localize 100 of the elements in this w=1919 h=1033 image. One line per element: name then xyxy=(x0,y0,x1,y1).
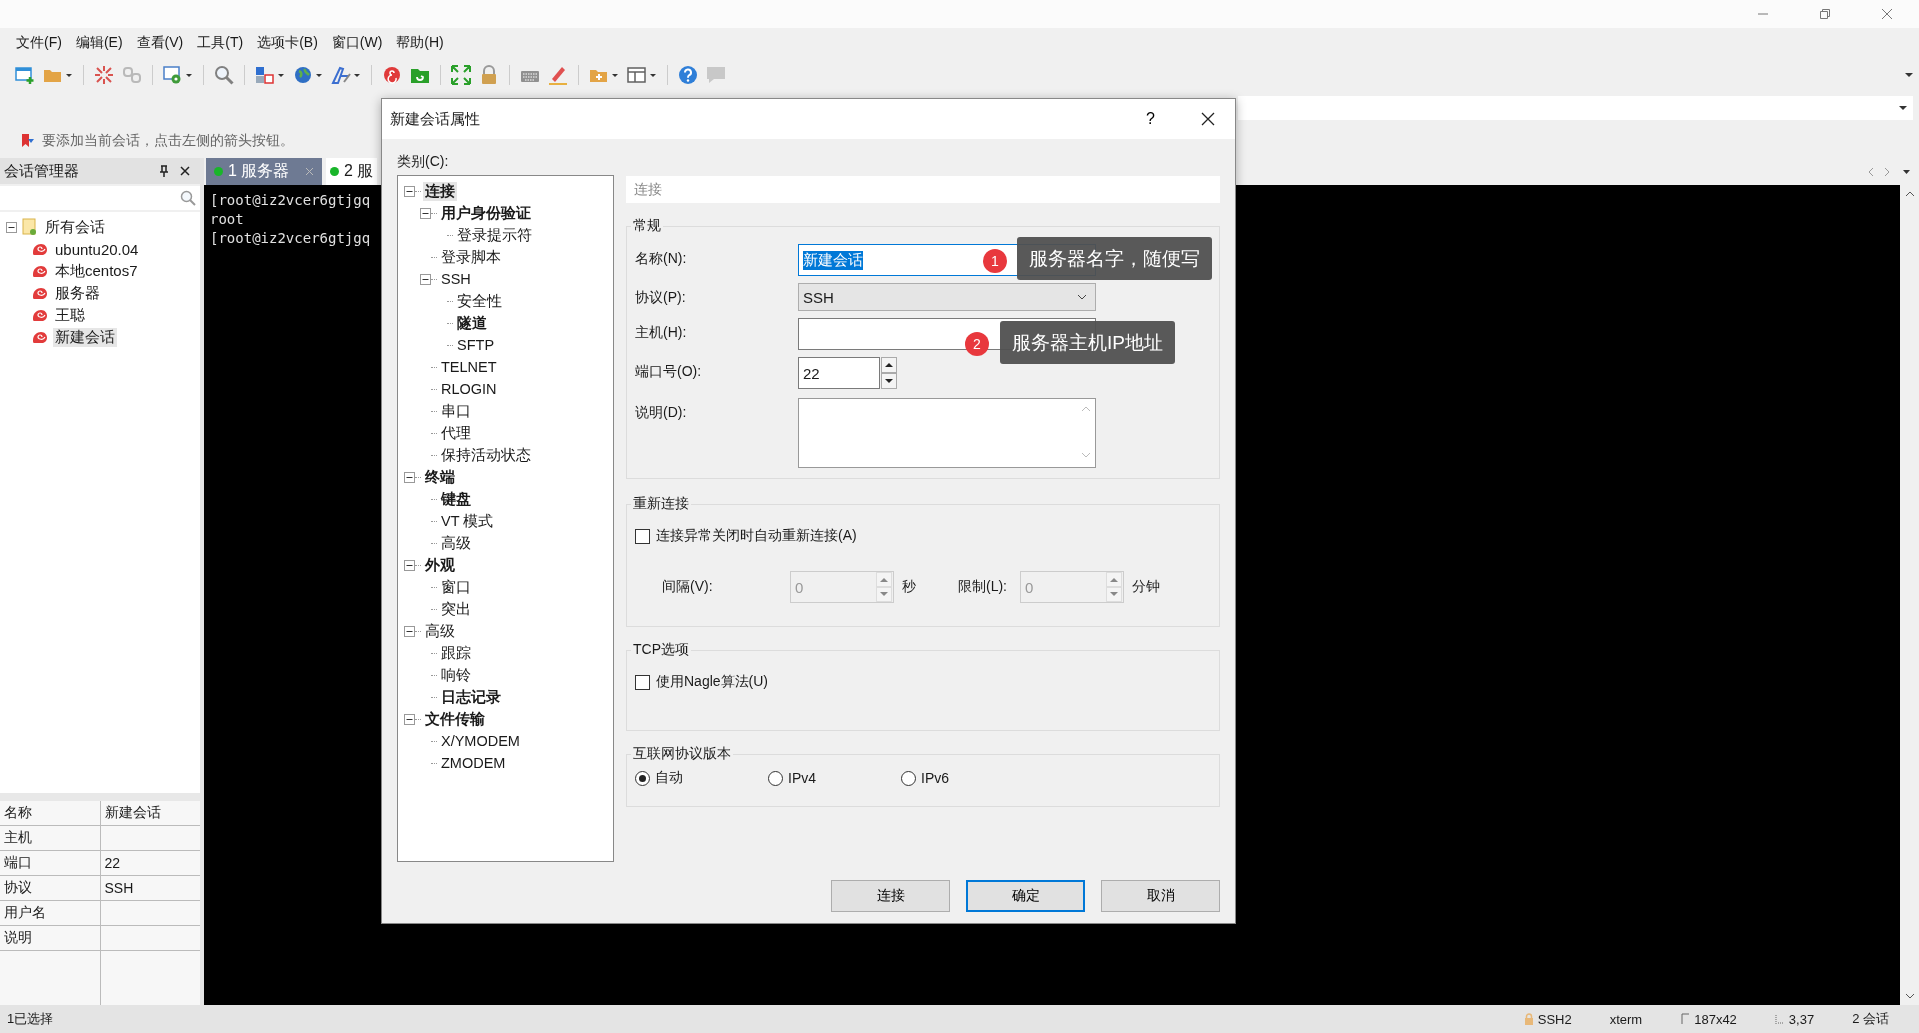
new-session-icon[interactable] xyxy=(14,64,36,86)
session-item[interactable]: ubuntu20.04 xyxy=(53,240,141,258)
radio-button[interactable] xyxy=(635,770,650,786)
caret-icon[interactable] xyxy=(1905,72,1913,78)
search-field[interactable] xyxy=(0,186,200,210)
radio-label[interactable]: IPv6 xyxy=(921,770,949,786)
scroll-down-icon[interactable] xyxy=(1904,993,1915,999)
category-item[interactable]: X/YMODEM xyxy=(439,733,522,749)
category-item[interactable]: 外观 xyxy=(423,555,457,575)
spinner-icon[interactable] xyxy=(881,357,897,389)
menu-item[interactable]: 选项卡(B) xyxy=(257,34,318,52)
category-item[interactable]: 键盘 xyxy=(439,489,473,509)
category-item[interactable]: 跟踪 xyxy=(439,643,473,663)
session-tab[interactable]: 1 服务器 xyxy=(206,158,322,185)
category-item[interactable]: 高级 xyxy=(439,533,473,553)
tab-scroll-icon[interactable] xyxy=(1867,166,1911,177)
menu-item[interactable]: 工具(T) xyxy=(197,34,244,52)
layout-icon[interactable] xyxy=(626,64,658,86)
disconnect-icon[interactable] xyxy=(93,64,115,86)
category-item[interactable]: 日志记录 xyxy=(439,687,503,707)
highlighter-icon[interactable] xyxy=(547,64,569,86)
spiral-icon[interactable] xyxy=(381,64,403,86)
dialog-button[interactable]: 取消 xyxy=(1101,880,1220,912)
session-item[interactable]: 所有会话 xyxy=(43,217,107,237)
category-item[interactable]: 隧道 xyxy=(455,313,489,333)
protocol-dropdown[interactable]: SSH xyxy=(798,283,1096,311)
category-item[interactable]: SFTP xyxy=(455,337,497,353)
collapse-icon[interactable] xyxy=(6,221,17,233)
session-item[interactable]: 王聪 xyxy=(53,305,87,325)
field-label: 限制(L): xyxy=(958,578,1008,596)
status-dot-icon xyxy=(214,167,223,176)
session-item[interactable]: 本地centos7 xyxy=(53,261,140,281)
category-item[interactable]: 文件传输 xyxy=(423,709,487,729)
checkbox-label[interactable]: 连接异常关闭时自动重新连接(A) xyxy=(656,527,857,545)
checkbox[interactable] xyxy=(635,674,650,690)
collapse-icon[interactable] xyxy=(404,185,415,197)
category-item[interactable]: 登录脚本 xyxy=(439,247,503,267)
help-icon[interactable] xyxy=(677,64,699,86)
category-item[interactable]: ZMODEM xyxy=(439,755,508,771)
category-item[interactable]: 突出 xyxy=(439,599,473,619)
category-item[interactable]: 用户身份验证 xyxy=(439,203,533,223)
category-item[interactable]: 安全性 xyxy=(455,291,504,311)
window-gear-icon[interactable] xyxy=(162,64,194,86)
collapse-icon[interactable] xyxy=(404,559,415,571)
category-item[interactable]: 代理 xyxy=(439,423,473,443)
checkbox-label[interactable]: 使用Nagle算法(U) xyxy=(656,673,768,691)
session-item[interactable]: 服务器 xyxy=(53,283,102,303)
category-item[interactable]: TELNET xyxy=(439,359,499,375)
radio-button[interactable] xyxy=(768,770,783,786)
category-item[interactable]: 响铃 xyxy=(439,665,473,685)
chevron-down-icon[interactable] xyxy=(1077,294,1087,300)
status-text: xterm xyxy=(1609,1011,1643,1027)
category-item[interactable]: 窗口 xyxy=(439,577,473,597)
category-item[interactable]: 串口 xyxy=(439,401,473,421)
pin-icon[interactable] xyxy=(158,165,170,177)
caret-icon[interactable] xyxy=(1899,105,1907,111)
search-icon[interactable] xyxy=(180,190,196,206)
category-item[interactable]: 登录提示符 xyxy=(455,225,534,245)
scrollbar[interactable] xyxy=(1900,185,1919,1005)
menu-item[interactable]: 窗口(W) xyxy=(331,34,383,52)
spiral-icon xyxy=(32,308,48,322)
radio-label[interactable]: 自动 xyxy=(655,769,683,787)
globe-icon[interactable] xyxy=(292,64,324,86)
pen-icon[interactable] xyxy=(330,64,362,86)
session-tab[interactable]: 2 服 xyxy=(326,158,378,185)
collapse-icon[interactable] xyxy=(420,207,431,219)
close-icon[interactable] xyxy=(180,166,190,176)
collapse-icon[interactable] xyxy=(404,713,415,725)
dialog-button[interactable]: 连接 xyxy=(831,880,950,912)
collapse-icon[interactable] xyxy=(404,625,415,637)
radio-button[interactable] xyxy=(901,770,916,786)
bookmark-arrow-icon[interactable] xyxy=(20,133,36,149)
category-item[interactable]: 高级 xyxy=(423,621,457,641)
category-item[interactable]: 保持活动状态 xyxy=(439,445,533,465)
fullscreen-icon[interactable] xyxy=(450,64,472,86)
radio-label[interactable]: IPv4 xyxy=(788,770,816,786)
menu-item[interactable]: 文件(F) xyxy=(16,34,62,52)
menu-item[interactable]: 查看(V) xyxy=(136,34,184,52)
address-field[interactable] xyxy=(1238,96,1913,120)
collapse-icon[interactable] xyxy=(420,273,431,285)
tiles-icon[interactable] xyxy=(254,64,286,86)
category-item[interactable]: SSH xyxy=(439,271,473,287)
checkbox[interactable] xyxy=(635,528,650,544)
category-item[interactable]: 终端 xyxy=(423,467,457,487)
collapse-icon[interactable] xyxy=(404,471,415,483)
category-item[interactable]: VT 模式 xyxy=(439,511,496,531)
port-field[interactable]: 22 xyxy=(798,357,880,389)
property-value: 22 xyxy=(103,854,122,873)
scroll-up-icon[interactable] xyxy=(1904,191,1915,197)
restore-icon[interactable] xyxy=(1819,8,1831,20)
menu-item[interactable]: 帮助(H) xyxy=(396,34,444,52)
category-item[interactable]: RLOGIN xyxy=(439,381,499,397)
category-item[interactable]: 连接 xyxy=(423,181,457,201)
help-button[interactable]: ? xyxy=(1140,110,1161,128)
menu-item[interactable]: 编辑(E) xyxy=(75,34,123,52)
session-item[interactable]: 新建会话 xyxy=(53,327,117,347)
close-icon[interactable] xyxy=(1201,112,1215,126)
dialog-button[interactable]: 确定 xyxy=(966,880,1085,912)
description-field[interactable] xyxy=(798,398,1096,468)
search-icon[interactable] xyxy=(213,64,235,86)
